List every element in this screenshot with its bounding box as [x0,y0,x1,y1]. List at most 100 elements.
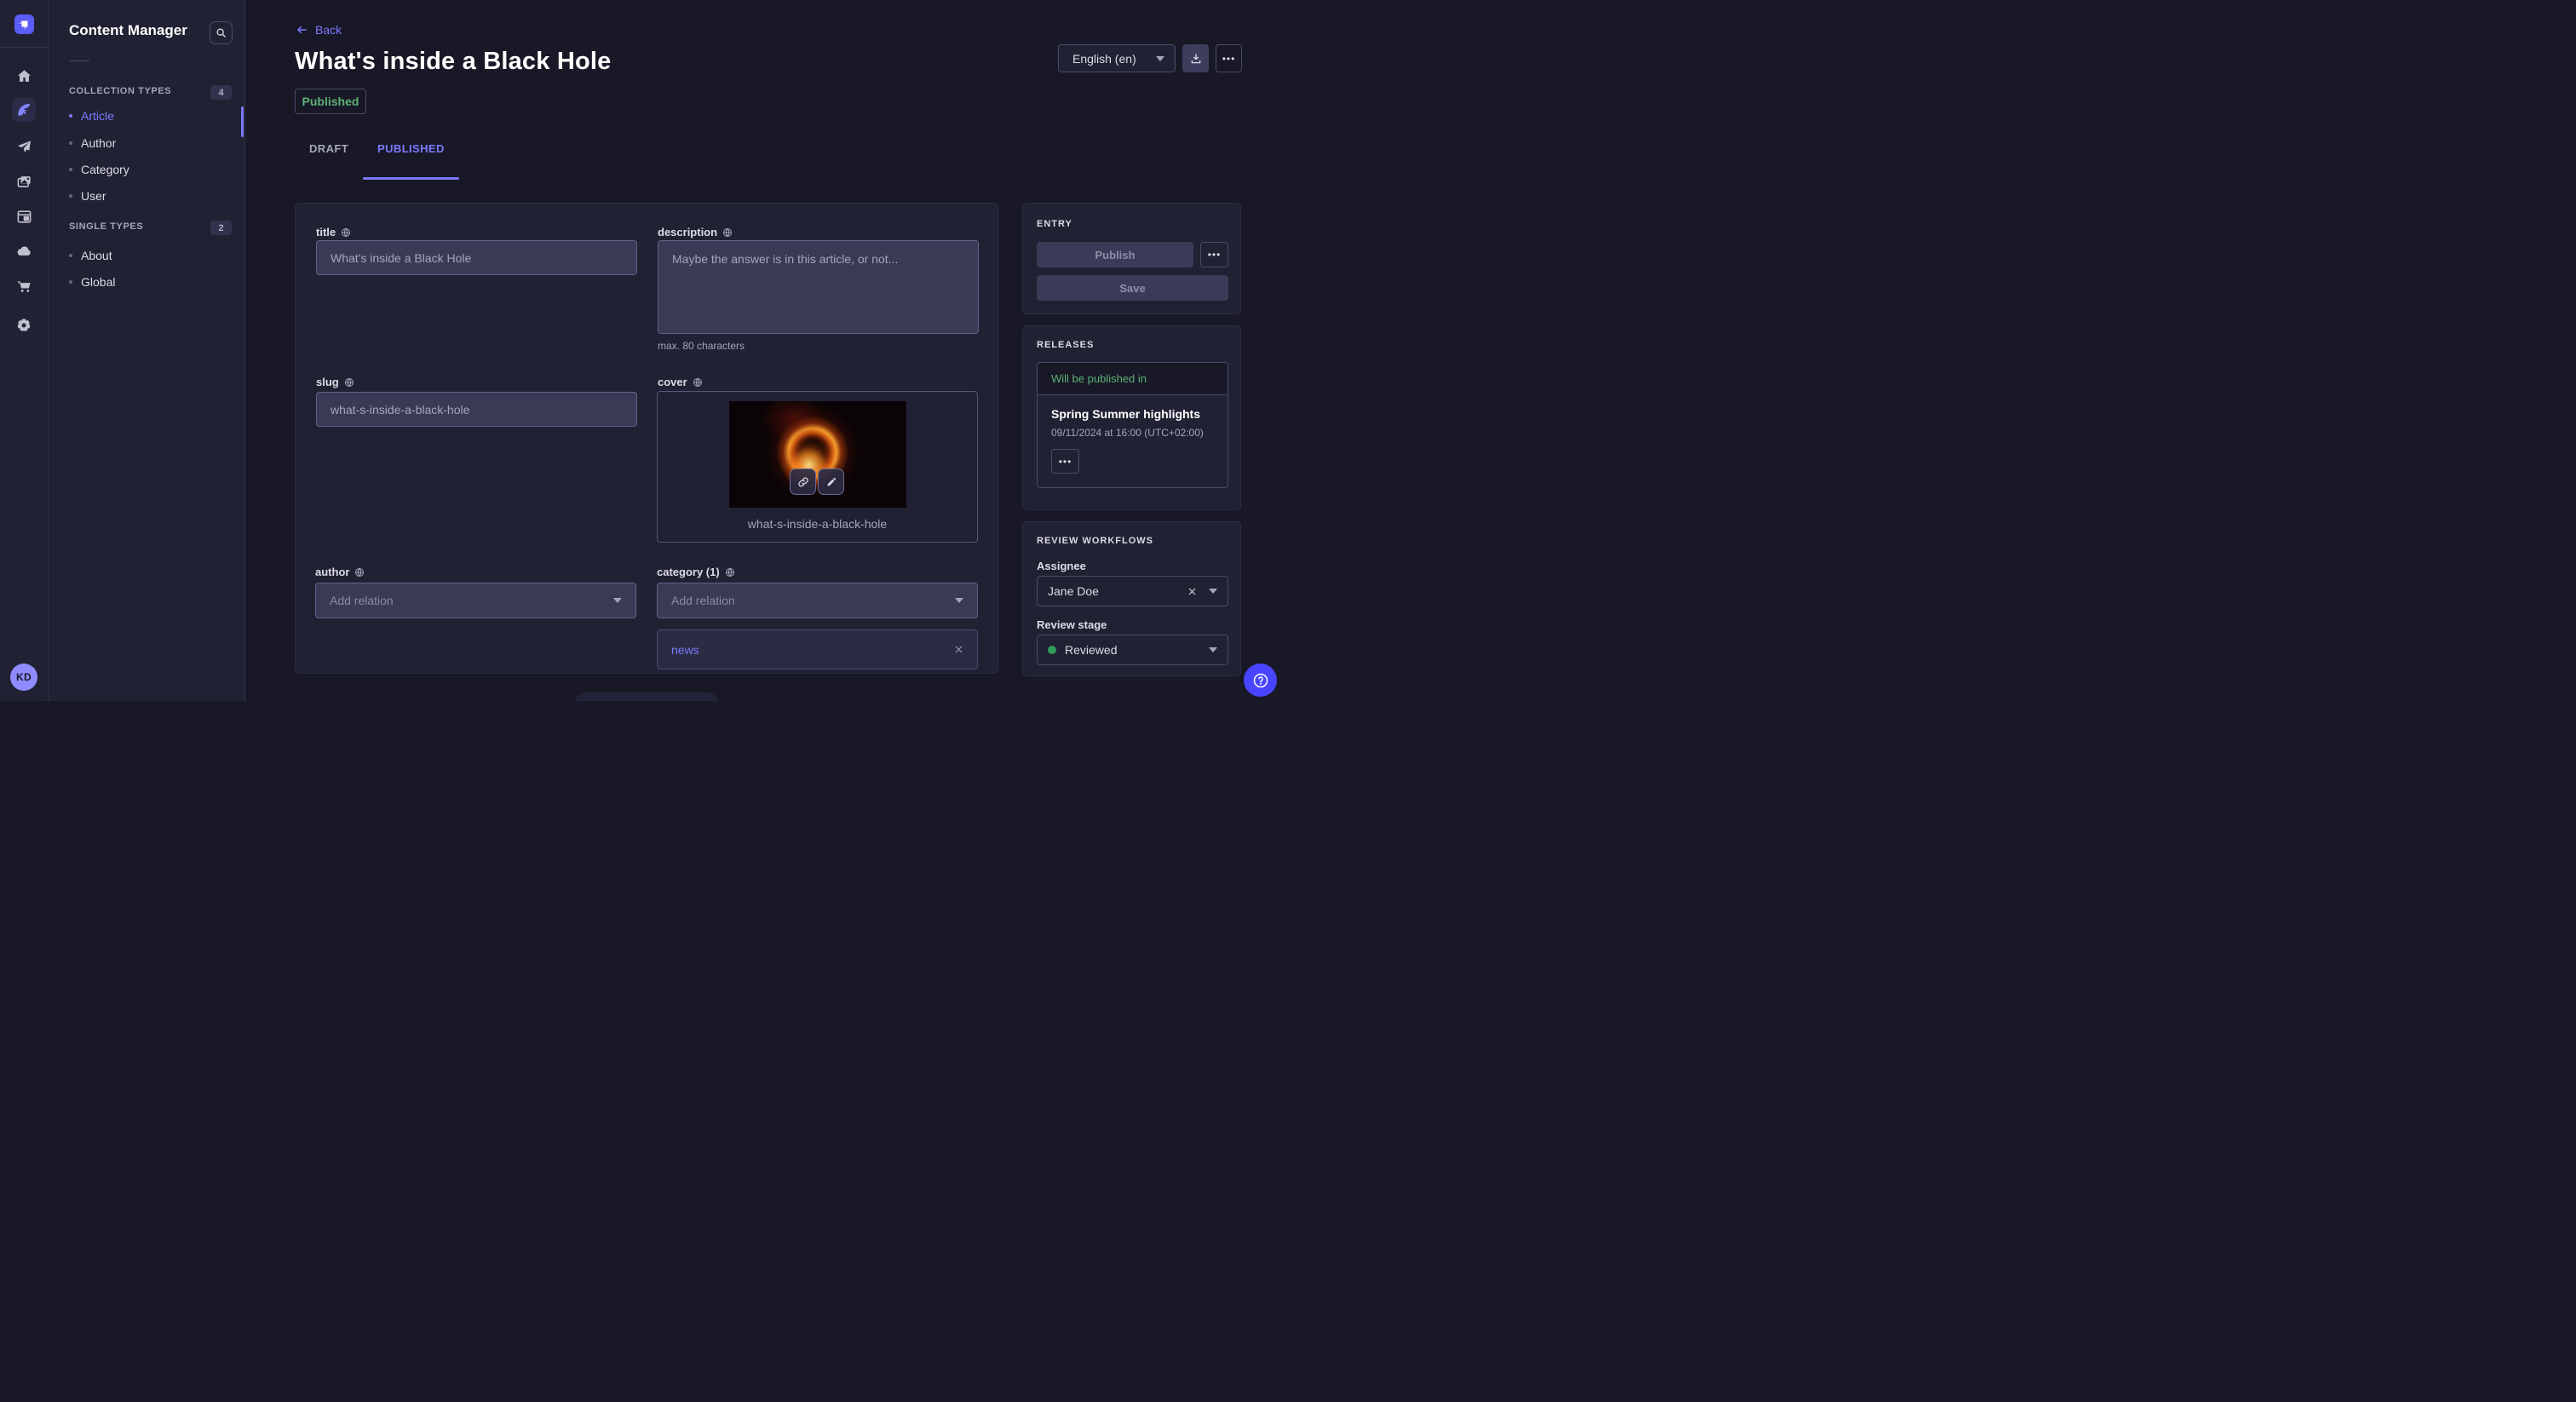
edit-media-button[interactable] [818,468,844,495]
stage-status-dot [1048,646,1056,654]
sidebar-item-global[interactable]: Global [69,271,231,293]
entry-panel-title: ENTRY [1037,219,1072,229]
release-card-header: Will be published in [1038,363,1228,395]
sidebar-item-category[interactable]: Category [69,158,231,181]
sidebar-item-author[interactable]: Author [69,132,231,154]
home-icon[interactable] [12,64,36,88]
review-stage-label: Review stage [1037,618,1107,631]
review-workflows-panel: REVIEW WORKFLOWS Assignee Jane Doe Revie… [1022,521,1241,676]
description-field-label: description [658,226,733,238]
releases-icon[interactable] [12,135,36,158]
search-button[interactable] [210,21,233,44]
strapi-admin-app: KD Content Manager COLLECTION TYPES 4 Ar… [0,0,1288,701]
content-manager-subnav: Content Manager COLLECTION TYPES 4 Artic… [49,0,245,701]
ellipsis-icon: ••• [1208,250,1222,260]
content-manager-icon[interactable] [12,98,36,122]
release-name[interactable]: Spring Summer highlights [1051,407,1214,421]
globe-icon [354,567,365,577]
author-relation-select[interactable]: Add relation [315,583,636,618]
save-button[interactable]: Save [1037,275,1228,301]
page-title: What's inside a Black Hole [295,48,611,76]
help-button[interactable] [1244,664,1277,697]
release-card-body: Spring Summer highlights 09/11/2024 at 1… [1038,395,1228,487]
subnav-title: Content Manager [69,22,187,39]
cloud-icon[interactable] [12,239,36,263]
copy-link-button[interactable] [790,468,816,495]
collection-types-count: 4 [210,85,232,100]
collapsed-panel-peek [574,692,719,701]
single-types-label: SINGLE TYPES [69,221,143,232]
status-badge: Published [295,89,366,114]
releases-panel: RELEASES Will be published in Spring Sum… [1022,325,1241,510]
assignee-label: Assignee [1037,560,1086,572]
bullet-icon [69,254,72,257]
title-input[interactable]: What's inside a Black Hole [316,240,637,275]
strapi-logo-icon [18,18,31,31]
globe-icon [341,227,351,238]
releases-panel-title: RELEASES [1037,340,1094,350]
bullet-icon [69,114,72,118]
chevron-down-icon [955,598,963,603]
settings-gear-icon[interactable] [12,313,36,337]
cover-field-label: cover [658,376,703,388]
bullet-icon [69,194,72,198]
header-more-button[interactable]: ••• [1216,44,1242,72]
single-types-count: 2 [210,221,232,235]
sidebar-item-article[interactable]: Article [69,105,231,127]
marketplace-icon[interactable] [12,274,36,298]
entry-more-button[interactable]: ••• [1200,242,1228,267]
tab-draft[interactable]: DRAFT [295,133,363,164]
user-avatar[interactable]: KD [10,664,37,691]
link-icon [797,476,809,488]
description-textarea[interactable]: Maybe the answer is in this article, or … [658,240,979,334]
active-tab-underline [363,177,459,180]
release-more-button[interactable]: ••• [1051,449,1079,474]
sidebar-item-about[interactable]: About [69,244,231,267]
locale-select[interactable]: English (en) [1058,44,1176,72]
header-actions: English (en) ••• [1058,44,1242,72]
arrow-left-icon [295,24,308,36]
cover-media-card: what-s-inside-a-black-hole [657,391,978,543]
cover-filename: what-s-inside-a-black-hole [658,517,977,531]
slug-input[interactable]: what-s-inside-a-black-hole [316,392,637,427]
category-field-label: category (1) [657,566,735,578]
relation-link-news[interactable]: news [671,643,699,657]
bullet-icon [69,168,72,171]
description-helper: max. 80 characters [658,340,745,352]
chevron-down-icon [1209,647,1217,652]
bullet-icon [69,141,72,145]
chevron-down-icon [613,598,622,603]
back-link[interactable]: Back [295,23,342,37]
ellipsis-icon: ••• [1059,457,1072,467]
remove-relation-icon[interactable] [954,645,963,654]
question-mark-icon [1252,672,1269,689]
release-date: 09/11/2024 at 16:00 (UTC+02:00) [1051,427,1214,439]
entry-panel: ENTRY Publish ••• Save [1022,203,1241,314]
globe-icon [693,377,703,388]
strapi-logo[interactable] [14,14,34,34]
content-type-builder-icon[interactable] [12,204,36,228]
globe-icon [722,227,733,238]
sidebar-item-user[interactable]: User [69,185,231,207]
assignee-combobox[interactable]: Jane Doe [1037,576,1228,606]
tab-published[interactable]: PUBLISHED [363,133,459,164]
publish-button[interactable]: Publish [1037,242,1193,267]
category-relation-select[interactable]: Add relation [657,583,978,618]
clear-assignee-icon[interactable] [1187,587,1197,596]
title-field-label: title [316,226,351,238]
collection-types-label: COLLECTION TYPES [69,86,171,96]
category-relation-item: news [657,629,978,669]
subnav-divider [69,60,89,61]
subnav-scroll-indicator[interactable] [241,106,244,137]
search-icon [216,27,227,38]
slug-field-label: slug [316,376,354,388]
release-card: Will be published in Spring Summer highl… [1037,362,1228,488]
media-library-icon[interactable] [12,170,36,193]
version-tabs: DRAFT PUBLISHED [295,133,459,164]
globe-icon [725,567,735,577]
main-nav: KD [0,0,49,701]
export-button[interactable] [1182,44,1209,72]
globe-icon [344,377,354,388]
review-stage-combobox[interactable]: Reviewed [1037,635,1228,665]
download-icon [1190,53,1202,65]
